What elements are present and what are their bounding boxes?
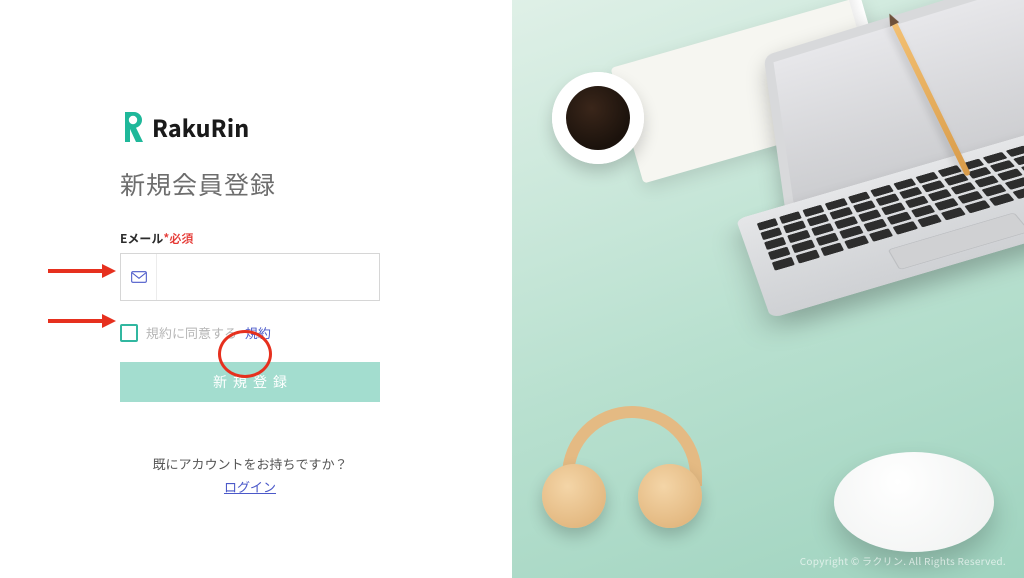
- hero-mouse-icon: [834, 452, 994, 552]
- annotation-arrow-icon: [48, 309, 116, 323]
- hero-coffee-icon: [552, 72, 644, 164]
- login-prompt: 既にアカウントをお持ちですか？ ログイン: [120, 454, 380, 496]
- terms-row: 規約に同意する 規約: [120, 323, 512, 342]
- email-input-wrap: [120, 253, 380, 301]
- submit-button[interactable]: 新規登録: [120, 362, 380, 402]
- login-prompt-text: 既にアカウントをお持ちですか？: [152, 454, 347, 473]
- email-label: Eメール*必須: [120, 230, 512, 247]
- hero-image-panel: Copyright © ラクリン. All Rights Reserved.: [512, 0, 1024, 578]
- hero-headphones-icon: [542, 398, 722, 538]
- email-field-group: Eメール*必須: [120, 230, 512, 301]
- footer-copyright: Copyright © ラクリン. All Rights Reserved.: [800, 553, 1006, 568]
- mail-icon: [121, 254, 157, 300]
- page-title: 新規会員登録: [120, 166, 512, 202]
- required-mark: *必須: [163, 230, 193, 247]
- email-label-text: Eメール: [120, 230, 163, 247]
- annotation-arrow-icon: [48, 259, 116, 273]
- terms-text: 規約に同意する: [146, 323, 237, 342]
- hero-laptop-icon: [643, 2, 1024, 387]
- login-link[interactable]: ログイン: [120, 477, 380, 496]
- email-input[interactable]: [157, 254, 379, 300]
- brand-logo: RakuRin: [120, 110, 512, 144]
- signup-form-panel: RakuRin 新規会員登録 Eメール*必須 規約に同意する 規約: [0, 0, 512, 578]
- terms-checkbox[interactable]: [120, 324, 138, 342]
- terms-link[interactable]: 規約: [245, 323, 271, 342]
- brand-logo-text: RakuRin: [152, 110, 249, 144]
- brand-logo-mark: [120, 110, 146, 144]
